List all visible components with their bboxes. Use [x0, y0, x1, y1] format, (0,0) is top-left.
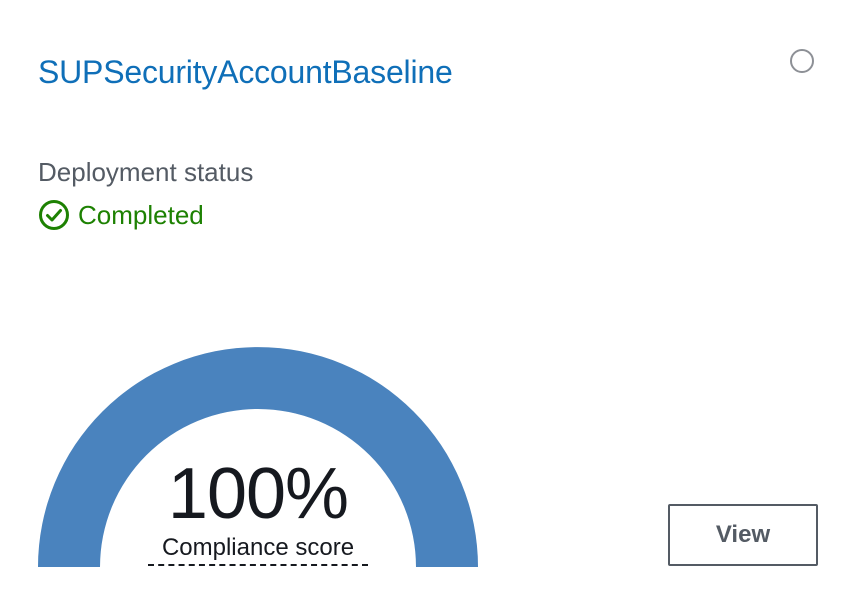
blueprint-card: SUPSecurityAccountBaseline Deployment st…	[0, 0, 852, 608]
card-title-link[interactable]: SUPSecurityAccountBaseline	[38, 50, 453, 94]
compliance-score-label[interactable]: Compliance score	[148, 532, 368, 566]
check-circle-icon	[38, 199, 70, 231]
deployment-status-value: Completed	[78, 199, 204, 230]
view-button[interactable]: View	[668, 504, 818, 566]
compliance-score-value: 100%	[167, 454, 349, 534]
deployment-status: Completed	[38, 198, 204, 232]
deployment-status-label: Deployment status	[38, 157, 254, 187]
select-radio-button[interactable]	[790, 49, 814, 73]
